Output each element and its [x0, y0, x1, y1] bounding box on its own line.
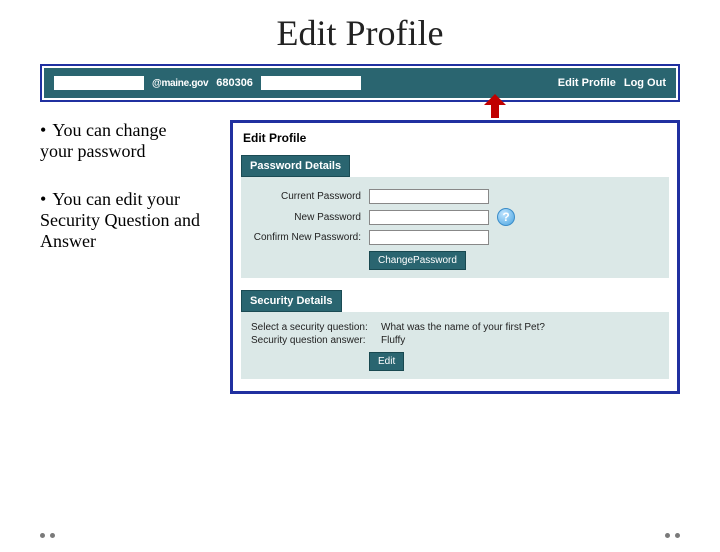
edit-profile-panel: Edit Profile Password Details Current Pa… [230, 120, 680, 394]
list-item: •You can change your password [40, 120, 200, 161]
new-password-input[interactable] [369, 210, 489, 225]
header-bar-screenshot: @maine.gov 680306 Edit Profile Log Out [40, 64, 680, 102]
bullet-list: •You can change your password •You can e… [40, 120, 200, 394]
bullet-text: You can edit your Security Question and … [40, 189, 200, 250]
redacted-username [54, 76, 144, 90]
decorative-dots-left [40, 533, 55, 538]
logout-link[interactable]: Log Out [624, 77, 666, 89]
decorative-dots-right [665, 533, 680, 538]
confirm-password-label: Confirm New Password: [251, 232, 369, 243]
current-password-input[interactable] [369, 189, 489, 204]
email-domain: @maine.gov [152, 78, 208, 89]
security-answer-label: Security question answer: [251, 335, 381, 346]
bullet-text: You can change your password [40, 120, 166, 161]
security-question-value: What was the name of your first Pet? [381, 322, 545, 333]
panel-heading: Edit Profile [233, 123, 677, 153]
account-number: 680306 [216, 77, 253, 89]
page-title: Edit Profile [0, 12, 720, 54]
security-form: Select a security question: What was the… [241, 312, 669, 379]
redacted-field [261, 76, 361, 90]
edit-security-button[interactable]: Edit [369, 352, 404, 371]
header-bar: @maine.gov 680306 Edit Profile Log Out [44, 68, 676, 98]
new-password-label: New Password [251, 212, 369, 223]
help-icon[interactable]: ? [497, 208, 515, 226]
security-answer-value: Fluffy [381, 335, 405, 346]
password-form: Current Password New Password ? Confirm … [241, 177, 669, 278]
security-question-label: Select a security question: [251, 322, 381, 333]
current-password-label: Current Password [251, 191, 369, 202]
list-item: •You can edit your Security Question and… [40, 189, 200, 251]
password-details-header: Password Details [241, 155, 350, 177]
edit-profile-link[interactable]: Edit Profile [558, 77, 616, 89]
change-password-button[interactable]: ChangePassword [369, 251, 466, 270]
security-details-header: Security Details [241, 290, 342, 312]
confirm-password-input[interactable] [369, 230, 489, 245]
arrow-up-icon [484, 94, 506, 118]
